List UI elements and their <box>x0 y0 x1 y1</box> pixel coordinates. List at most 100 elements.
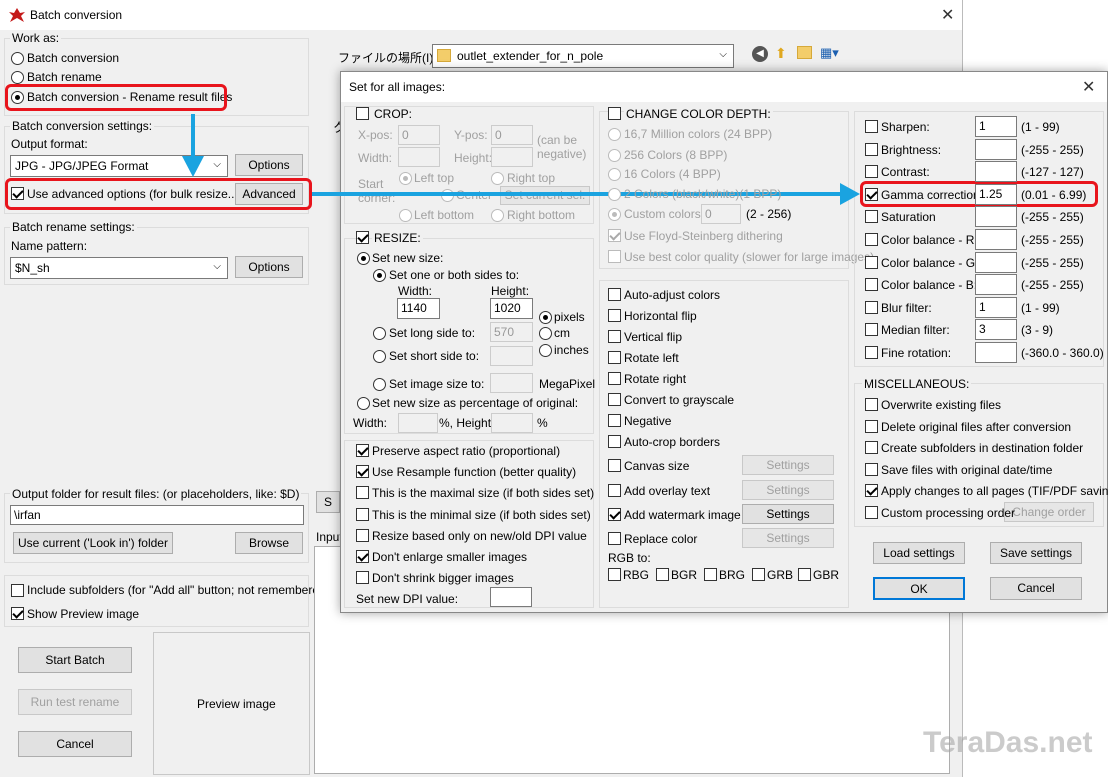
misc-save-files-with-original-date-time-label: Save files with original date/time <box>881 462 1053 477</box>
adjust-fine-rotation-input[interactable] <box>975 342 1017 363</box>
adjust-color-balance-r-input[interactable] <box>975 229 1017 250</box>
adjust-brightness-input[interactable] <box>975 138 1017 160</box>
rgb-brg-checkbox[interactable] <box>704 568 717 581</box>
resize-option-checkbox[interactable] <box>356 550 369 563</box>
color-depth-radio[interactable] <box>608 168 621 181</box>
adjust-color-balance-g-range: (-255 - 255) <box>1021 255 1084 270</box>
adjust-color-balance-b-checkbox[interactable] <box>865 278 878 292</box>
rgb-rbg-checkbox[interactable] <box>608 568 621 581</box>
annotation-arrows <box>182 114 860 205</box>
adjust-fine-rotation-checkbox[interactable] <box>865 346 878 359</box>
adjust-contrast-label: Contrast: <box>881 165 930 180</box>
op-add-watermark-image-checkbox[interactable] <box>608 508 621 521</box>
resize-option-checkbox[interactable] <box>356 486 369 500</box>
color-depth-option-label: 16 Colors (4 BPP) <box>624 167 721 181</box>
adjust-fine-rotation-range: (-360.0 - 360.0) <box>1021 346 1104 360</box>
adjust-color-balance-b-range: (-255 - 255) <box>1021 278 1084 293</box>
adjust-saturation-input[interactable] <box>975 206 1017 228</box>
op-replace-color-label: Replace color <box>624 532 698 546</box>
op-rotate-left-checkbox[interactable] <box>608 351 621 364</box>
op-add-overlay-text-settings-button[interactable]: Settings <box>742 480 834 500</box>
adjust-saturation-label: Saturation <box>881 210 936 225</box>
adjust-sharpen-range: (1 - 99) <box>1021 120 1060 134</box>
teradas-watermark: TeraDas.net <box>923 726 1093 759</box>
adjust-color-balance-b-input[interactable] <box>975 274 1017 296</box>
adjust-median-filter-checkbox[interactable] <box>865 323 878 337</box>
color-depth-radio[interactable] <box>608 128 621 141</box>
adjust-color-balance-b-label: Color balance - B: <box>881 278 978 293</box>
adjust-blur-filter-range: (1 - 99) <box>1021 300 1060 315</box>
op-convert-to-grayscale-checkbox[interactable] <box>608 393 621 406</box>
rgb-grb-label: GRB <box>767 568 794 582</box>
color-depth-radio[interactable] <box>608 149 621 162</box>
misc-custom-processing-order-checkbox[interactable] <box>865 506 878 519</box>
resize-option-label: Preserve aspect ratio (proportional) <box>372 444 561 458</box>
adjust-color-balance-r-range: (-255 - 255) <box>1021 233 1084 247</box>
color-depth-option-label: 16,7 Million colors (24 BPP) <box>624 127 773 141</box>
adjust-sharpen-checkbox[interactable] <box>865 120 878 133</box>
op-add-overlay-text-checkbox[interactable] <box>608 484 621 497</box>
op-auto-crop-borders-checkbox[interactable] <box>608 435 621 448</box>
op-replace-color-settings-button[interactable]: Settings <box>742 528 834 548</box>
rgb-gbr-checkbox[interactable] <box>798 568 811 581</box>
resize-option-label: This is the maximal size (if both sides … <box>372 486 595 501</box>
adjust-color-balance-g-checkbox[interactable] <box>865 255 878 269</box>
op-canvas-size-settings-button[interactable]: Settings <box>742 455 834 475</box>
adjust-brightness-label: Brightness: <box>881 142 942 157</box>
adjust-blur-filter-input[interactable]: 1 <box>975 296 1017 318</box>
adjust-blur-filter-label: Blur filter: <box>881 300 932 315</box>
op-add-watermark-image-label: Add watermark image <box>624 508 741 522</box>
misc-apply-changes-to-all-pages-tif-pdf-saving-label: Apply changes to all pages (TIF/PDF savi… <box>881 484 1108 499</box>
adjust-color-balance-r-checkbox[interactable] <box>865 233 878 246</box>
op-rotate-right-checkbox[interactable] <box>608 372 621 385</box>
rgb-bgr-label: BGR <box>671 568 698 582</box>
resize-option-label: Don't enlarge smaller images <box>372 550 528 564</box>
op-auto-adjust-colors-checkbox[interactable] <box>608 288 621 301</box>
adjust-contrast-checkbox[interactable] <box>865 165 878 179</box>
resize-option-label: Use Resample function (better quality) <box>372 465 577 480</box>
adjust-saturation-range: (-255 - 255) <box>1021 210 1084 225</box>
op-horizontal-flip-label: Horizontal flip <box>624 309 697 323</box>
adjust-color-balance-r-label: Color balance - R: <box>881 233 978 247</box>
op-negative-checkbox[interactable] <box>608 414 621 427</box>
misc-delete-original-files-after-conversion-checkbox[interactable] <box>865 419 878 433</box>
adjust-median-filter-input[interactable]: 3 <box>975 319 1017 341</box>
resize-option-checkbox[interactable] <box>356 465 369 479</box>
resize-option-label: This is the minimal size (if both sides … <box>372 507 591 522</box>
misc-overwrite-existing-files-label: Overwrite existing files <box>881 398 1002 412</box>
adjust-brightness-checkbox[interactable] <box>865 142 878 156</box>
op-replace-color-checkbox[interactable] <box>608 532 621 545</box>
adjust-gamma-correction-checkbox[interactable] <box>865 187 878 201</box>
misc-save-files-with-original-date-time-checkbox[interactable] <box>865 462 878 476</box>
resize-option-checkbox[interactable] <box>356 571 369 585</box>
resize-option-label: Don't shrink bigger images <box>372 571 514 586</box>
adjust-color-balance-g-input[interactable] <box>975 251 1017 273</box>
adjust-blur-filter-checkbox[interactable] <box>865 300 878 314</box>
color-depth-radio[interactable] <box>608 188 621 201</box>
op-vertical-flip-label: Vertical flip <box>624 330 683 344</box>
op-horizontal-flip-checkbox[interactable] <box>608 309 621 322</box>
rgb-grb-checkbox[interactable] <box>752 568 765 581</box>
resize-option-checkbox[interactable] <box>356 507 369 521</box>
op-canvas-size-checkbox[interactable] <box>608 459 621 472</box>
op-add-watermark-image-settings-button[interactable]: Settings <box>742 504 834 524</box>
adjust-gamma-correction-input[interactable]: 1.25 <box>975 183 1017 205</box>
adjust-contrast-range: (-127 - 127) <box>1021 165 1084 180</box>
op-convert-to-grayscale-label: Convert to grayscale <box>624 393 735 407</box>
op-rotate-right-label: Rotate right <box>624 372 687 386</box>
misc-apply-changes-to-all-pages-tif-pdf-saving-checkbox[interactable] <box>865 484 878 498</box>
misc-delete-original-files-after-conversion-label: Delete original files after conversion <box>881 419 1072 434</box>
adjust-saturation-checkbox[interactable] <box>865 210 878 224</box>
rgb-bgr-checkbox[interactable] <box>656 568 669 581</box>
adjust-sharpen-input[interactable]: 1 <box>975 116 1017 137</box>
misc-custom-processing-order-label: Custom processing order <box>881 506 1016 520</box>
adjust-contrast-input[interactable] <box>975 161 1017 183</box>
resize-option-checkbox[interactable] <box>356 444 369 457</box>
op-vertical-flip-checkbox[interactable] <box>608 330 621 343</box>
rgb-rbg-label: RBG <box>623 568 650 582</box>
misc-overwrite-existing-files-checkbox[interactable] <box>865 398 878 411</box>
misc-create-subfolders-in-destination-folder-checkbox[interactable] <box>865 441 878 455</box>
misc-create-subfolders-in-destination-folder-label: Create subfolders in destination folder <box>881 441 1084 456</box>
resize-option-checkbox[interactable] <box>356 528 369 542</box>
op-negative-label: Negative <box>624 414 672 428</box>
